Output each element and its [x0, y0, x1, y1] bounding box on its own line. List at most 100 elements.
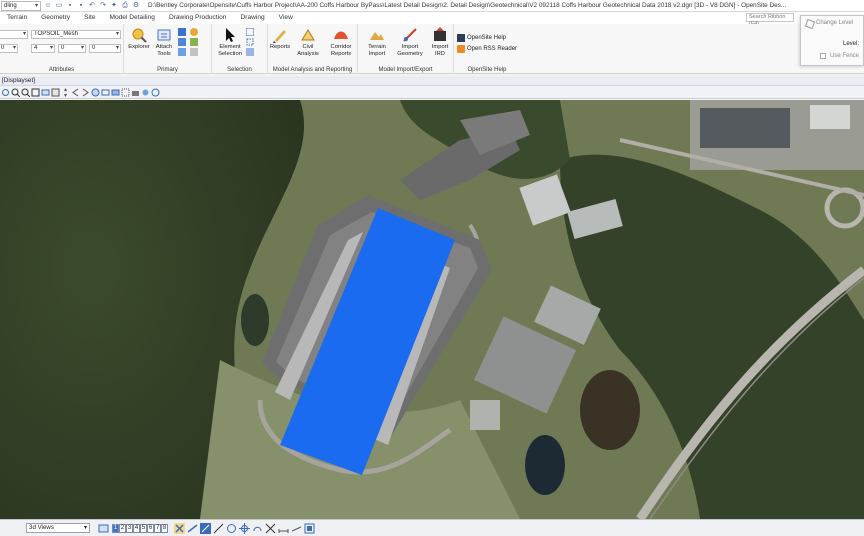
tab-view[interactable]: View: [272, 12, 300, 24]
primary-tool-5[interactable]: [190, 38, 198, 46]
tab-site[interactable]: Site: [77, 12, 102, 24]
import-ird-button[interactable]: Import IRD: [428, 27, 452, 57]
fence-button[interactable]: [246, 38, 254, 46]
workflow-selector[interactable]: dling: [1, 0, 41, 11]
arc-tool-icon[interactable]: [200, 522, 211, 534]
corridor-reports-button[interactable]: Corridor Reports: [326, 27, 356, 57]
snap-settings-icon[interactable]: [239, 522, 250, 534]
import-ird-label: Import IRD: [431, 44, 449, 57]
primary-tool-4[interactable]: [190, 28, 198, 36]
properties-icon: [190, 48, 198, 56]
save-icon[interactable]: ▪: [66, 2, 74, 10]
view-attributes-icon[interactable]: [101, 88, 110, 97]
opensite-help-button[interactable]: OpenSite Help: [457, 34, 506, 42]
line-tool-icon[interactable]: [187, 523, 198, 534]
circle-tool-icon[interactable]: [226, 523, 237, 534]
update-view-icon[interactable]: [1, 88, 10, 97]
trim-tool-icon[interactable]: [265, 523, 276, 534]
view-button-3[interactable]: 3: [126, 523, 133, 533]
user-icon[interactable]: ☺: [44, 2, 52, 10]
view-number-buttons: 1 2 3 4 5 6 7 8: [112, 523, 168, 533]
active-color-dropdown[interactable]: [0, 30, 28, 39]
select-by-attributes-button[interactable]: [246, 28, 254, 36]
settings-icon[interactable]: ⚙: [132, 2, 140, 10]
weight-value: 4: [34, 45, 38, 51]
view-button-5[interactable]: 5: [140, 523, 147, 533]
render-icon[interactable]: [141, 88, 150, 97]
pin-icon[interactable]: ✦: [110, 2, 118, 10]
print-icon[interactable]: ⎙: [121, 2, 129, 10]
ribbon-tabs: Terrain Geometry Site Model Detailing Dr…: [0, 12, 864, 24]
terrain-import-button[interactable]: Terrain Import: [362, 27, 392, 57]
open-folder-icon[interactable]: ▭: [55, 2, 63, 10]
select-all-button[interactable]: [246, 48, 254, 56]
clip-volume-icon[interactable]: [121, 88, 130, 97]
view-button-2[interactable]: 2: [119, 523, 126, 533]
view-display-mode-icon[interactable]: [91, 88, 100, 97]
camera-icon[interactable]: [131, 88, 140, 97]
save-settings-icon[interactable]: ▪: [77, 2, 85, 10]
active-weight-dropdown[interactable]: 4: [31, 44, 55, 53]
tab-terrain[interactable]: Terrain: [0, 12, 34, 24]
dimension-tool-icon[interactable]: [291, 523, 302, 534]
civil-analysis-button[interactable]: Civil Analysis: [293, 27, 323, 57]
zoom-out-icon[interactable]: [21, 88, 30, 97]
active-priority-dropdown[interactable]: 0: [89, 44, 121, 53]
change-level-dialog: Change Level Level: Use Fence: [800, 15, 864, 66]
view-previous-icon[interactable]: [71, 88, 80, 97]
cursor-arrow-icon: [226, 28, 235, 42]
active-transparency-dropdown[interactable]: 0: [0, 44, 18, 53]
undo-icon[interactable]: ↶: [88, 2, 96, 10]
tab-geometry[interactable]: Geometry: [34, 12, 77, 24]
attach-tools-label: Attach Tools: [155, 44, 173, 57]
close-element-icon[interactable]: [174, 522, 185, 534]
explorer-label: Explorer: [128, 44, 150, 50]
status-toolbar: 3d Views 1 2 3 4 5 6 7 8: [0, 519, 864, 536]
view-title: [Displayset]: [0, 76, 864, 86]
view-button-6[interactable]: 6: [147, 523, 154, 533]
primary-tool-3[interactable]: [178, 48, 186, 56]
primary-tool-6[interactable]: [190, 48, 198, 56]
select-attributes-icon: [246, 28, 254, 36]
fit-element-icon[interactable]: [304, 523, 315, 534]
import-geometry-button[interactable]: Import Geometry: [394, 27, 426, 57]
model-viewport[interactable]: [0, 100, 864, 519]
tab-drawing[interactable]: Drawing: [233, 12, 271, 24]
active-style-dropdown[interactable]: 0: [58, 44, 86, 53]
active-level-dropdown[interactable]: TOPSOIL_Mesh: [31, 30, 121, 39]
smartline-tool-icon[interactable]: [213, 523, 224, 534]
references-icon: [178, 48, 186, 56]
redo-icon[interactable]: ↷: [99, 2, 107, 10]
measure-tool-icon[interactable]: [278, 523, 289, 534]
view-button-8[interactable]: 8: [161, 523, 168, 533]
zoom-in-icon[interactable]: [11, 88, 20, 97]
element-selection-button[interactable]: Element Selection: [216, 27, 244, 57]
import-geometry-label: Import Geometry: [397, 44, 423, 57]
view-button-4[interactable]: 4: [133, 523, 140, 533]
rotate-view-icon[interactable]: [51, 88, 60, 97]
grid-view-icon[interactable]: [151, 88, 160, 97]
attach-tools-button[interactable]: Attach Tools: [152, 27, 176, 57]
ribbon: TOPSOIL_Mesh 0 4 0 0 Attributes Explorer…: [0, 24, 864, 74]
view-groups-icon[interactable]: [98, 523, 109, 534]
view-next-icon[interactable]: [81, 88, 90, 97]
explorer-button[interactable]: Explorer: [126, 27, 152, 51]
ribbon-search-input[interactable]: Search Ribbon (F4): [746, 13, 794, 27]
primary-tool-1[interactable]: [178, 28, 186, 36]
open-rss-reader-button[interactable]: Open RSS Reader: [457, 45, 517, 53]
quick-access-toolbar: ☺ ▭ ▪ ▪ ↶ ↷ ✦ ⎙ ⚙: [44, 2, 140, 10]
view-group-dropdown[interactable]: 3d Views: [26, 523, 90, 533]
window-area-icon[interactable]: [31, 88, 40, 97]
rotate-tool-icon[interactable]: [252, 523, 263, 534]
display-style-icon[interactable]: [111, 88, 120, 97]
fit-view-icon[interactable]: [41, 88, 50, 97]
view-button-1[interactable]: 1: [112, 523, 119, 533]
opensite-help-group: OpenSite Help Open RSS Reader OpenSite H…: [454, 24, 520, 74]
tab-model-detailing[interactable]: Model Detailing: [102, 12, 161, 24]
tab-drawing-production[interactable]: Drawing Production: [162, 12, 234, 24]
reports-button[interactable]: Reports: [268, 27, 292, 51]
pan-view-icon[interactable]: [61, 87, 70, 97]
primary-tool-2[interactable]: [178, 38, 186, 46]
view-button-7[interactable]: 7: [154, 523, 161, 533]
select-all-icon: [246, 48, 254, 56]
